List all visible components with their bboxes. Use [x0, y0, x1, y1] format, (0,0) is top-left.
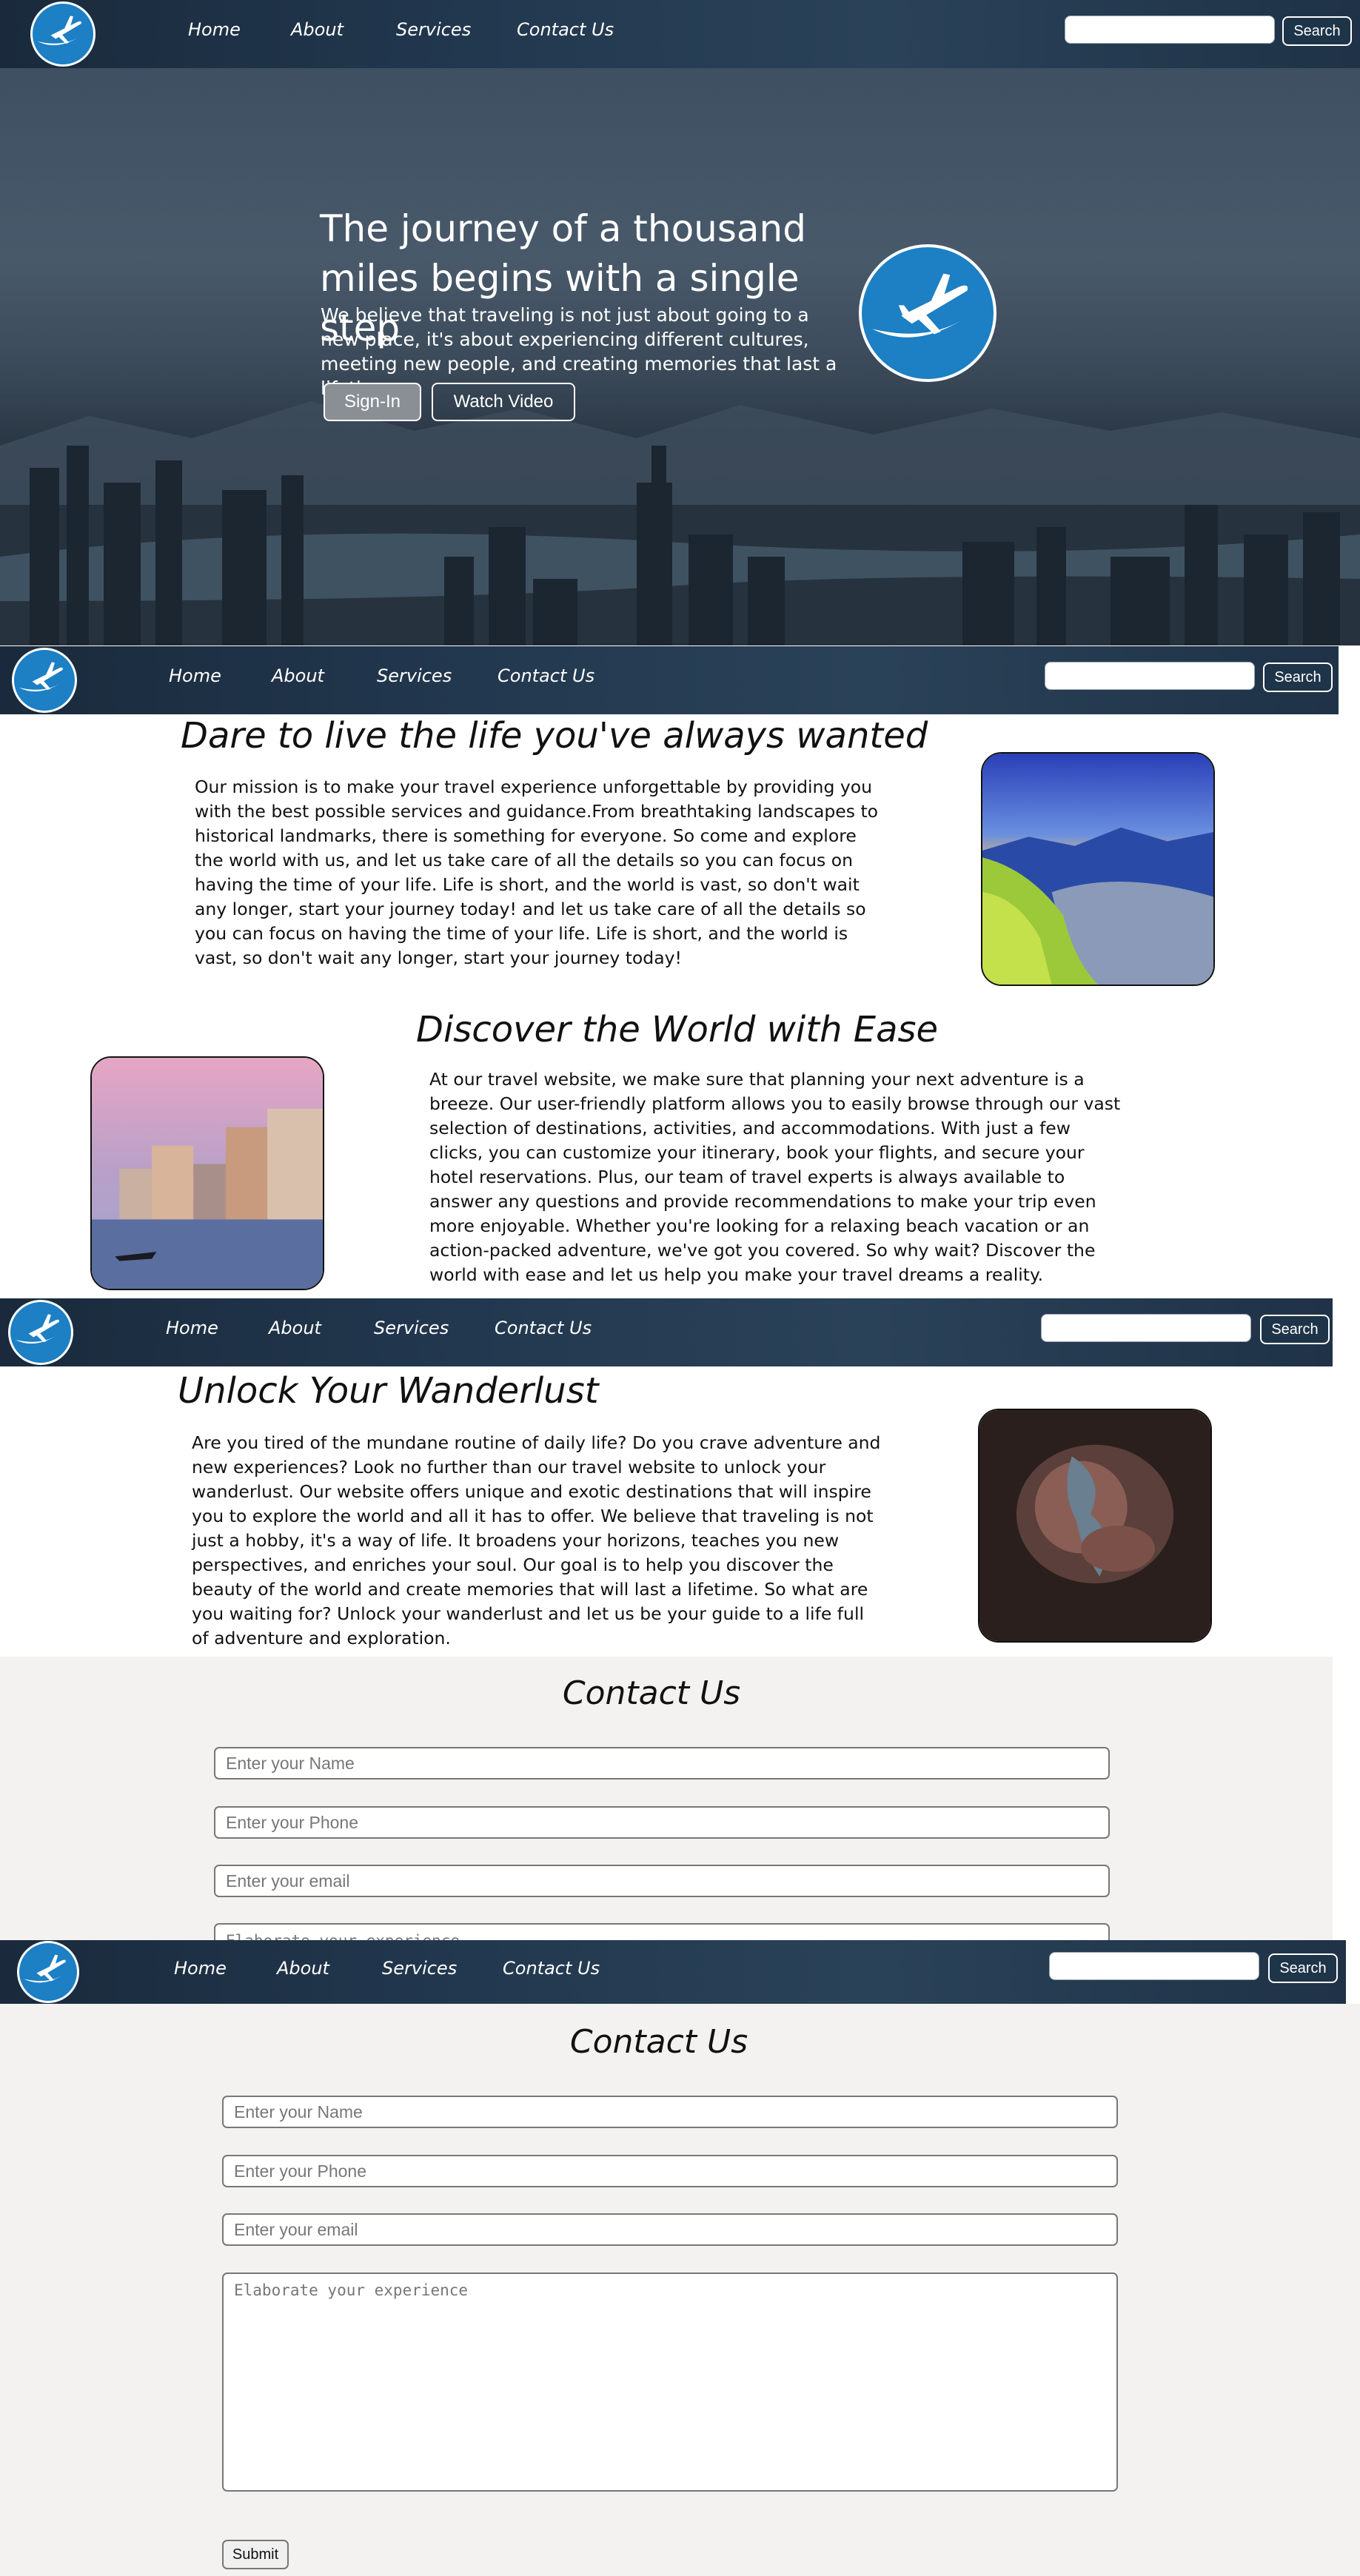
plane-logo-icon: [859, 244, 996, 382]
search-input[interactable]: [1049, 1952, 1259, 1980]
nav-link-about[interactable]: About: [272, 665, 324, 686]
nav-link-home[interactable]: Home: [174, 1958, 227, 1979]
navbar: Home About Services Contact Us Search: [0, 1298, 1333, 1366]
mountain-landscape-image: [981, 752, 1215, 986]
plane-logo-icon[interactable]: [12, 648, 77, 713]
nav-link-services[interactable]: Services: [374, 1318, 449, 1338]
search-input[interactable]: [1041, 1314, 1251, 1342]
phone-field[interactable]: Enter your Phone: [222, 2155, 1118, 2187]
search-button[interactable]: Search: [1268, 1953, 1338, 1983]
nav-link-contact-us[interactable]: Contact Us: [498, 665, 594, 686]
email-field[interactable]: Enter your email: [222, 2213, 1118, 2246]
nav-link-about[interactable]: About: [291, 19, 344, 40]
contact-title: Contact Us: [569, 2023, 748, 2061]
plane-logo-icon[interactable]: [17, 1941, 79, 2003]
section-text: Our mission is to make your travel exper…: [195, 777, 879, 968]
nav-link-contact-us[interactable]: Contact Us: [495, 1318, 592, 1338]
section-title: Unlock Your Wanderlust: [178, 1370, 599, 1412]
nav-link-about[interactable]: About: [277, 1958, 329, 1979]
nav-link-home[interactable]: Home: [166, 1318, 218, 1338]
nav-link-contact-us[interactable]: Contact Us: [517, 19, 614, 40]
name-field[interactable]: Enter your Name: [214, 1747, 1110, 1780]
search-button[interactable]: Search: [1282, 16, 1352, 46]
plane-logo-icon[interactable]: [8, 1300, 73, 1365]
watch-video-button[interactable]: Watch Video: [432, 383, 575, 421]
phone-field[interactable]: Enter your Phone: [214, 1806, 1110, 1839]
section-text: At our travel website, we make sure that…: [429, 1069, 1121, 1285]
navbar: Home About Services Contact Us Search: [0, 1940, 1346, 2004]
plane-logo-icon[interactable]: [30, 1, 96, 67]
email-field[interactable]: Enter your email: [214, 1865, 1110, 1897]
nav-link-about[interactable]: About: [269, 1318, 321, 1338]
navbar: Home About Services Contact Us Search: [0, 646, 1339, 714]
nav-link-services[interactable]: Services: [396, 19, 471, 40]
search-input[interactable]: [1045, 662, 1255, 690]
nav-link-services[interactable]: Services: [382, 1958, 457, 1979]
search-button[interactable]: Search: [1260, 1315, 1330, 1344]
contact-title: Contact Us: [562, 1674, 741, 1712]
nav-link-home[interactable]: Home: [169, 665, 221, 686]
submit-button[interactable]: Submit: [222, 2540, 289, 2569]
nav-link-home[interactable]: Home: [188, 19, 241, 40]
nav-link-services[interactable]: Services: [377, 665, 452, 686]
navbar: Home About Services Contact Us Search: [0, 0, 1360, 68]
nav-link-contact-us[interactable]: Contact Us: [503, 1958, 600, 1979]
cloudy-sky-image: [978, 1409, 1212, 1643]
search-input[interactable]: [1065, 16, 1275, 44]
name-field[interactable]: Enter your Name: [222, 2096, 1118, 2128]
experience-field[interactable]: Elaborate your experience: [222, 2273, 1118, 2492]
section-title: Dare to live the life you've always want…: [181, 715, 928, 757]
search-button[interactable]: Search: [1263, 663, 1333, 692]
section-title: Discover the World with Ease: [416, 1009, 939, 1050]
hero-section: The journey of a thousand miles begins w…: [0, 0, 1360, 645]
section-text: Are you tired of the mundane routine of …: [192, 1432, 881, 1648]
venice-canal-image: [90, 1056, 324, 1290]
sign-in-button[interactable]: Sign-In: [324, 383, 421, 421]
